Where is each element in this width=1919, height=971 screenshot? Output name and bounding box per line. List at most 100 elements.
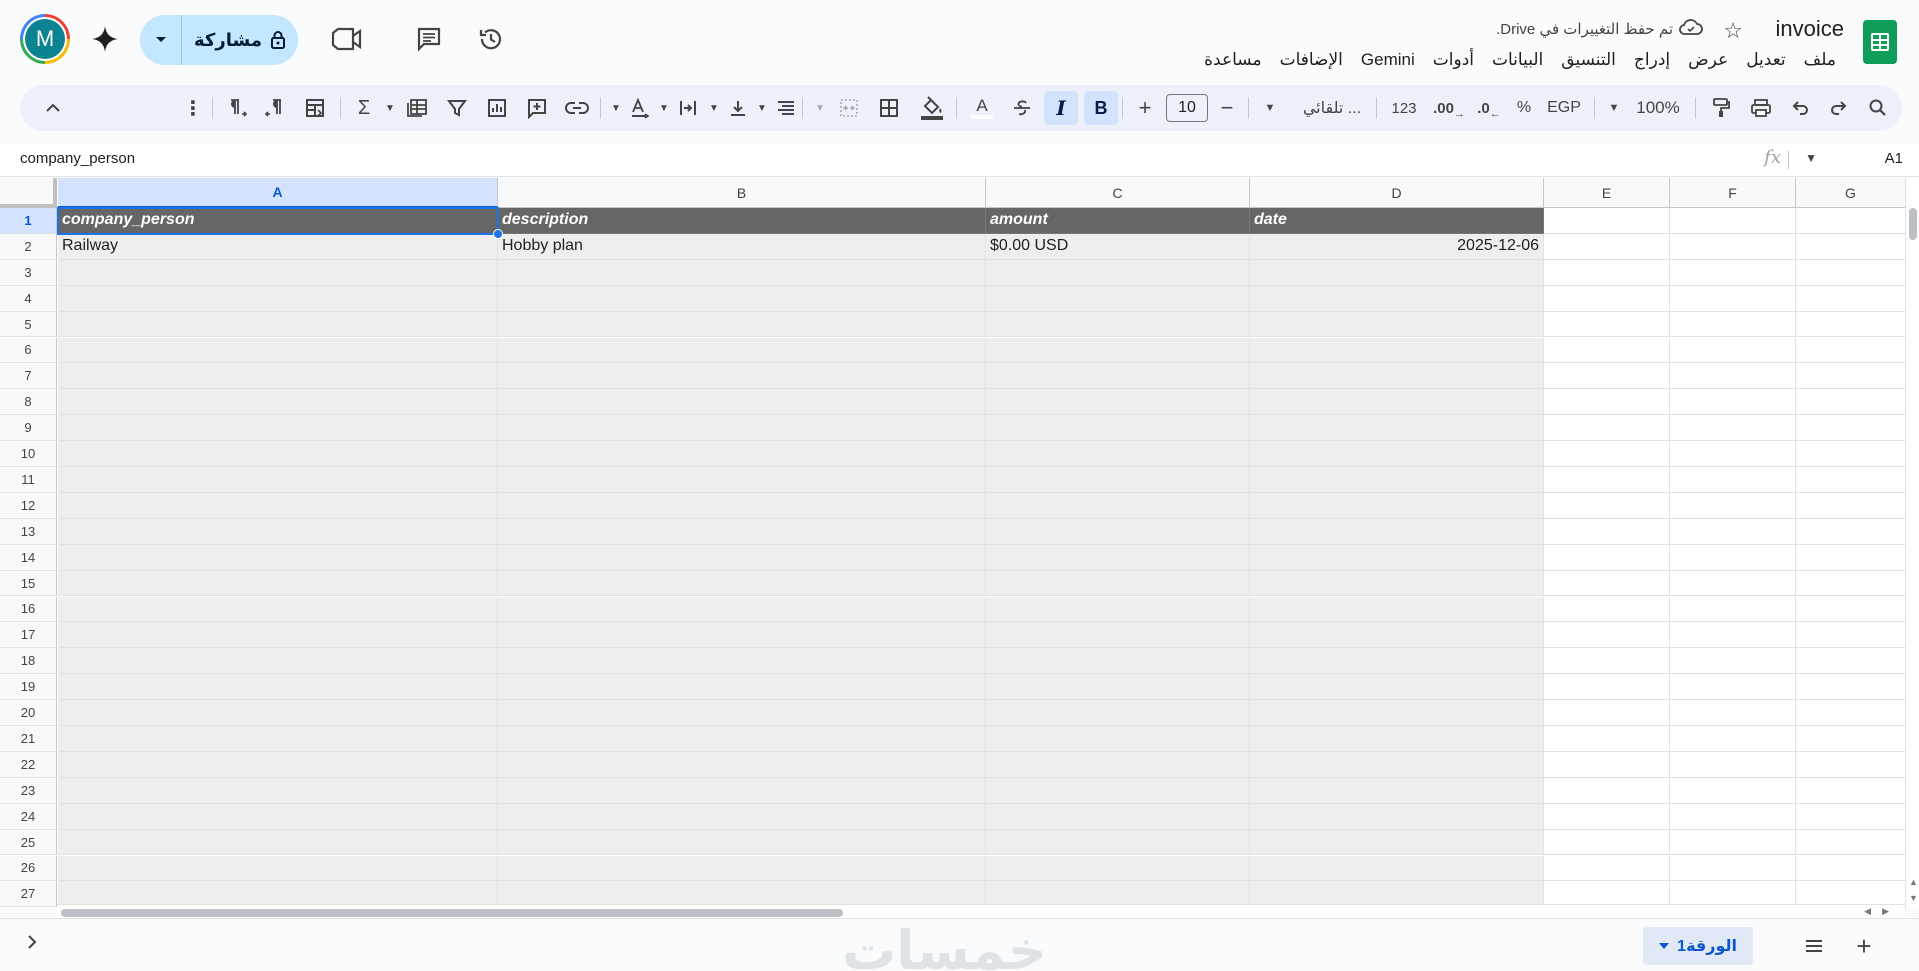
cell[interactable] <box>986 726 1250 752</box>
column-header-b[interactable]: B <box>498 178 986 208</box>
cell[interactable] <box>1670 415 1796 442</box>
column-header-f[interactable]: F <box>1670 178 1796 208</box>
filter-views-button[interactable] <box>400 91 434 125</box>
cell[interactable] <box>1796 622 1906 649</box>
cell[interactable] <box>1670 596 1796 623</box>
cell[interactable] <box>1670 674 1796 701</box>
horizontal-scrollbar[interactable]: ◀ ▶ <box>57 904 1905 918</box>
text-wrap-button[interactable] <box>674 91 702 125</box>
cell[interactable] <box>1796 674 1906 701</box>
cell[interactable] <box>498 492 986 519</box>
cell[interactable] <box>1250 726 1544 752</box>
cell[interactable] <box>1796 518 1906 545</box>
row-header[interactable]: 23 <box>0 777 57 804</box>
cell[interactable] <box>498 311 986 338</box>
cell[interactable] <box>986 441 1250 467</box>
cell[interactable] <box>1544 259 1670 286</box>
increase-font-size-button[interactable]: + <box>1130 91 1160 125</box>
borders-button[interactable] <box>872 91 906 125</box>
cell[interactable] <box>498 259 986 286</box>
cell[interactable] <box>1544 441 1670 467</box>
cell[interactable] <box>1796 803 1906 830</box>
cell[interactable] <box>498 596 986 623</box>
cell[interactable] <box>58 648 498 675</box>
cell[interactable] <box>1544 363 1670 390</box>
cell[interactable] <box>1544 700 1670 726</box>
cell[interactable] <box>1670 492 1796 519</box>
cell[interactable] <box>986 415 1250 442</box>
cell[interactable] <box>1250 855 1544 882</box>
cell[interactable] <box>58 777 498 804</box>
account-avatar[interactable]: M <box>20 14 70 64</box>
row-header[interactable]: 2 <box>0 233 57 260</box>
cell[interactable] <box>986 648 1250 675</box>
cell[interactable] <box>1544 855 1670 882</box>
row-header[interactable]: 21 <box>0 726 57 752</box>
cell[interactable] <box>1796 337 1906 364</box>
filter-views-dropdown-arrow[interactable]: ▼ <box>382 91 398 125</box>
cell[interactable] <box>498 622 986 649</box>
cell[interactable] <box>498 829 986 856</box>
cell[interactable] <box>986 363 1250 390</box>
all-sheets-button[interactable] <box>1799 931 1829 961</box>
scroll-up-arrow[interactable]: ▲ <box>1909 877 1918 887</box>
cell[interactable] <box>1250 492 1544 519</box>
menu-format[interactable]: التنسيق <box>1552 48 1625 72</box>
cell[interactable] <box>498 389 986 416</box>
cell[interactable] <box>1670 648 1796 675</box>
cell[interactable] <box>1250 518 1544 545</box>
cell[interactable] <box>498 467 986 493</box>
row-header[interactable]: 25 <box>0 829 57 856</box>
cell[interactable] <box>1670 389 1796 416</box>
horizontal-align-button[interactable] <box>772 91 800 125</box>
cloud-saved-icon[interactable] <box>1679 18 1703 41</box>
decrease-font-size-button[interactable]: − <box>1212 91 1242 125</box>
menu-tools[interactable]: أدوات <box>1424 48 1483 72</box>
data-cell[interactable]: 2025-12-06 <box>1250 233 1544 260</box>
cell[interactable] <box>986 492 1250 519</box>
search-menus-button[interactable] <box>1863 91 1893 125</box>
menu-data[interactable]: البيانات <box>1483 48 1552 72</box>
cell[interactable] <box>1796 363 1906 390</box>
row-header[interactable]: 19 <box>0 674 57 701</box>
cell[interactable] <box>498 855 986 882</box>
cell[interactable] <box>1544 415 1670 442</box>
tables-button[interactable] <box>298 91 332 125</box>
cell[interactable] <box>1544 726 1670 752</box>
cell[interactable] <box>1670 518 1796 545</box>
cell[interactable] <box>986 570 1250 597</box>
italic-button[interactable]: I <box>1044 91 1078 125</box>
cell[interactable] <box>986 389 1250 416</box>
cell[interactable] <box>498 700 986 726</box>
paint-format-button[interactable] <box>1706 91 1736 125</box>
row-header[interactable]: 4 <box>0 285 57 312</box>
cell[interactable] <box>1544 492 1670 519</box>
cell[interactable] <box>1796 648 1906 675</box>
cell[interactable] <box>1250 570 1544 597</box>
header-cell-company-person[interactable]: company_person <box>58 208 498 234</box>
cell[interactable] <box>1670 622 1796 649</box>
cell[interactable] <box>1670 441 1796 467</box>
cell[interactable] <box>986 337 1250 364</box>
cell[interactable] <box>1670 751 1796 778</box>
functions-button[interactable]: Σ <box>348 91 380 125</box>
merge-dropdown-arrow[interactable]: ▼ <box>812 91 828 125</box>
cell[interactable] <box>1670 259 1796 286</box>
cell[interactable] <box>58 363 498 390</box>
cell[interactable] <box>58 596 498 623</box>
cell[interactable] <box>1796 311 1906 338</box>
merge-cells-button[interactable] <box>832 91 866 125</box>
cell[interactable] <box>1796 855 1906 882</box>
column-header-e[interactable]: E <box>1544 178 1670 208</box>
cell[interactable] <box>58 518 498 545</box>
cell[interactable] <box>986 285 1250 312</box>
cell[interactable] <box>1796 441 1906 467</box>
cell[interactable] <box>986 803 1250 830</box>
hide-menus-button[interactable] <box>38 91 68 125</box>
cell[interactable] <box>1670 544 1796 571</box>
row-header[interactable]: 22 <box>0 751 57 778</box>
cell[interactable] <box>498 518 986 545</box>
row-header[interactable]: 27 <box>0 881 57 908</box>
cell[interactable] <box>1544 803 1670 830</box>
font-family-dropdown-arrow[interactable]: ▼ <box>1258 91 1282 125</box>
